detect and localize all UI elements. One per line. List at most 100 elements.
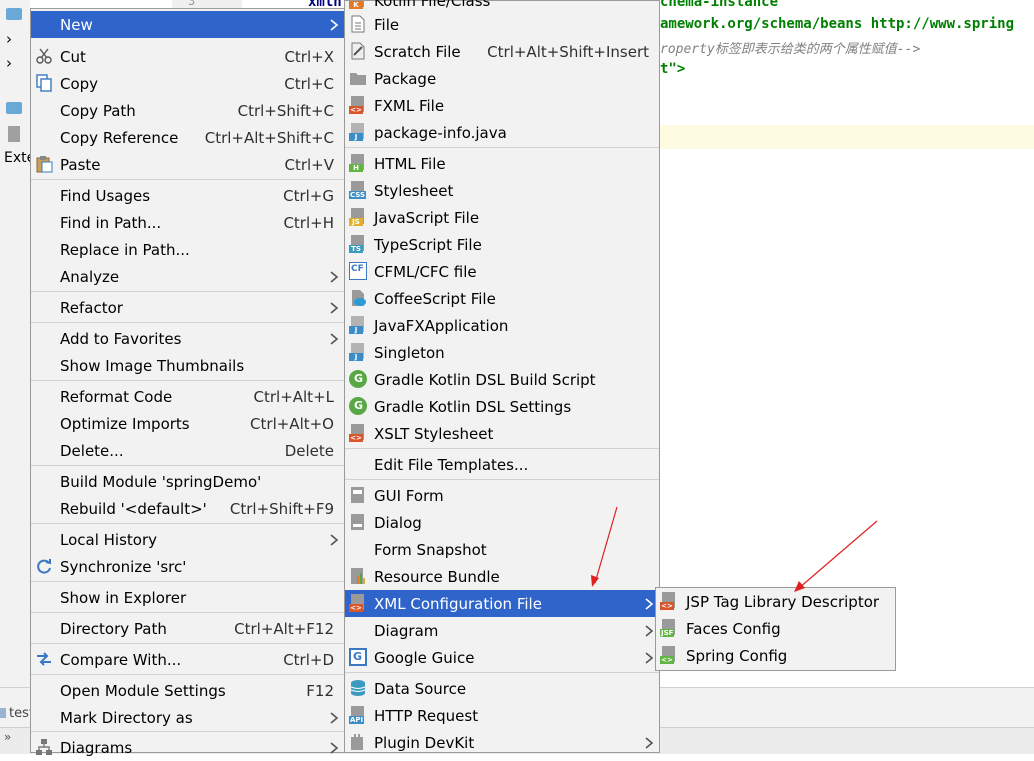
menu-item-copy-path[interactable]: Copy Path Ctrl+Shift+C — [31, 97, 344, 124]
menu-item-label: Local History — [60, 530, 158, 549]
new-item-package-info[interactable]: J package-info.java — [345, 119, 659, 146]
menu-item-label: XSLT Stylesheet — [374, 424, 494, 443]
menu-item-label: Package — [374, 69, 437, 88]
new-item-stylesheet[interactable]: CSS Stylesheet — [345, 177, 659, 204]
expand-arrow-icon[interactable]: › — [6, 54, 12, 72]
menu-item-label: Open Module Settings — [60, 681, 226, 700]
menu-separator — [31, 380, 344, 381]
shortcut-label: Ctrl+C — [284, 74, 334, 93]
new-item-gradle-settings[interactable]: G Gradle Kotlin DSL Settings — [345, 393, 659, 420]
menu-item-label: Spring Config — [686, 646, 788, 665]
menu-item-build-module[interactable]: Build Module 'springDemo' — [31, 468, 344, 495]
new-item-typescript-file[interactable]: TS TypeScript File — [345, 231, 659, 258]
menu-item-find-in-path[interactable]: Find in Path... Ctrl+H — [31, 209, 344, 236]
menu-item-label: Find in Path... — [60, 213, 162, 232]
menu-item-label: Gradle Kotlin DSL Settings — [374, 397, 572, 416]
menu-item-label: JavaFXApplication — [374, 316, 509, 335]
menu-separator — [31, 523, 344, 524]
menu-item-compare-with[interactable]: Compare With... Ctrl+D — [31, 646, 344, 673]
menu-item-label: TypeScript File — [374, 235, 482, 254]
new-item-scratch-file[interactable]: Scratch File Ctrl+Alt+Shift+Insert — [345, 38, 659, 65]
menu-item-reformat-code[interactable]: Reformat Code Ctrl+Alt+L — [31, 383, 344, 410]
shortcut-label: Ctrl+Alt+Shift+C — [204, 128, 334, 147]
new-item-diagram[interactable]: Diagram — [345, 617, 659, 644]
new-item-http-request[interactable]: API HTTP Request — [345, 702, 659, 729]
new-item-file[interactable]: File — [345, 11, 659, 38]
xml-item-faces-config[interactable]: JSF Faces Config — [656, 615, 895, 642]
menu-item-cut[interactable]: Cut Ctrl+X — [31, 43, 344, 70]
menu-item-analyze[interactable]: Analyze — [31, 263, 344, 290]
api-file-icon: API — [349, 706, 367, 724]
menu-item-label: Google Guice — [374, 648, 475, 667]
new-item-coffeescript-file[interactable]: CoffeeScript File — [345, 285, 659, 312]
menu-item-show-in-explorer[interactable]: Show in Explorer — [31, 584, 344, 611]
menu-item-local-history[interactable]: Local History — [31, 526, 344, 553]
menu-item-delete[interactable]: Delete... Delete — [31, 437, 344, 464]
new-item-google-guice[interactable]: G Google Guice — [345, 644, 659, 671]
shortcut-label: Ctrl+Alt+L — [253, 387, 335, 406]
new-item-singleton[interactable]: J Singleton — [345, 339, 659, 366]
menu-item-mark-directory-as[interactable]: Mark Directory as — [31, 704, 344, 731]
menu-separator — [31, 322, 344, 323]
new-item-gradle-build-script[interactable]: G Gradle Kotlin DSL Build Script — [345, 366, 659, 393]
spring-config-icon: <> — [660, 646, 678, 664]
menu-item-add-to-favorites[interactable]: Add to Favorites — [31, 325, 344, 352]
scissors-icon — [36, 48, 52, 64]
new-item-gui-form[interactable]: GUI Form — [345, 482, 659, 509]
menu-item-label: FXML File — [374, 96, 445, 115]
shortcut-label: Delete — [284, 441, 334, 460]
new-item-xml-configuration-file[interactable]: <> XML Configuration File — [345, 590, 659, 617]
new-item-edit-file-templates[interactable]: Edit File Templates... — [345, 451, 659, 478]
copy-icon — [36, 74, 52, 92]
new-item-xslt-stylesheet[interactable]: <> XSLT Stylesheet — [345, 420, 659, 447]
menu-item-label: Gradle Kotlin DSL Build Script — [374, 370, 596, 389]
package-icon — [350, 73, 366, 85]
expand-arrow-icon[interactable]: › — [6, 30, 12, 48]
menu-item-label: Resource Bundle — [374, 567, 500, 586]
menu-item-label: Reformat Code — [60, 387, 173, 406]
menu-item-directory-path[interactable]: Directory Path Ctrl+Alt+F12 — [31, 615, 344, 642]
new-item-cfml-file[interactable]: CF CFML/CFC file — [345, 258, 659, 285]
double-chevron-icon[interactable]: » — [4, 730, 11, 744]
css-file-icon: CSS — [349, 181, 367, 199]
new-item-fxml-file[interactable]: <> FXML File — [345, 92, 659, 119]
shortcut-label: Ctrl+V — [284, 155, 334, 174]
java-class-icon: J — [349, 316, 367, 334]
shortcut-label: Ctrl+H — [283, 213, 334, 232]
new-item-javascript-file[interactable]: JS JavaScript File — [345, 204, 659, 231]
context-menu: New Cut Ctrl+X Copy Ctrl+C Copy Path Ctr… — [30, 8, 345, 757]
new-item-javafx-application[interactable]: J JavaFXApplication — [345, 312, 659, 339]
new-item-form-snapshot[interactable]: Form Snapshot — [345, 536, 659, 563]
xml-item-spring-config[interactable]: <> Spring Config — [656, 642, 895, 669]
file-icon — [0, 708, 6, 718]
menu-item-synchronize[interactable]: Synchronize 'src' — [31, 553, 344, 580]
xml-item-jsp-tag-library[interactable]: <> JSP Tag Library Descriptor — [656, 588, 895, 615]
menu-item-replace-in-path[interactable]: Replace in Path... — [31, 236, 344, 263]
menu-item-label: Faces Config — [686, 619, 781, 638]
menu-item-diagrams[interactable]: Diagrams — [31, 734, 344, 761]
new-item-data-source[interactable]: Data Source — [345, 675, 659, 702]
html-file-icon: H — [349, 154, 367, 172]
shortcut-label: Ctrl+G — [283, 186, 334, 205]
new-item-html-file[interactable]: H HTML File — [345, 150, 659, 177]
new-item-dialog[interactable]: Dialog — [345, 509, 659, 536]
file-icon — [351, 15, 365, 33]
menu-item-open-module-settings[interactable]: Open Module Settings F12 — [31, 677, 344, 704]
menu-item-show-image-thumbnails[interactable]: Show Image Thumbnails — [31, 352, 344, 379]
javascript-file-icon: JS — [349, 208, 367, 226]
menu-item-paste[interactable]: Paste Ctrl+V — [31, 151, 344, 178]
menu-item-optimize-imports[interactable]: Optimize Imports Ctrl+Alt+O — [31, 410, 344, 437]
menu-item-find-usages[interactable]: Find Usages Ctrl+G — [31, 182, 344, 209]
menu-separator — [345, 147, 659, 148]
menu-item-copy-reference[interactable]: Copy Reference Ctrl+Alt+Shift+C — [31, 124, 344, 151]
menu-item-label: New — [60, 15, 93, 34]
menu-item-label: Show in Explorer — [60, 588, 187, 607]
new-item-plugin-devkit[interactable]: Plugin DevKit — [345, 729, 659, 756]
new-item-package[interactable]: Package — [345, 65, 659, 92]
menu-item-label: Copy Reference — [60, 128, 179, 147]
menu-item-new[interactable]: New — [31, 11, 344, 38]
menu-item-copy[interactable]: Copy Ctrl+C — [31, 70, 344, 97]
menu-item-rebuild[interactable]: Rebuild '<default>' Ctrl+Shift+F9 — [31, 495, 344, 522]
new-item-resource-bundle[interactable]: Resource Bundle — [345, 563, 659, 590]
menu-item-refactor[interactable]: Refactor — [31, 294, 344, 321]
